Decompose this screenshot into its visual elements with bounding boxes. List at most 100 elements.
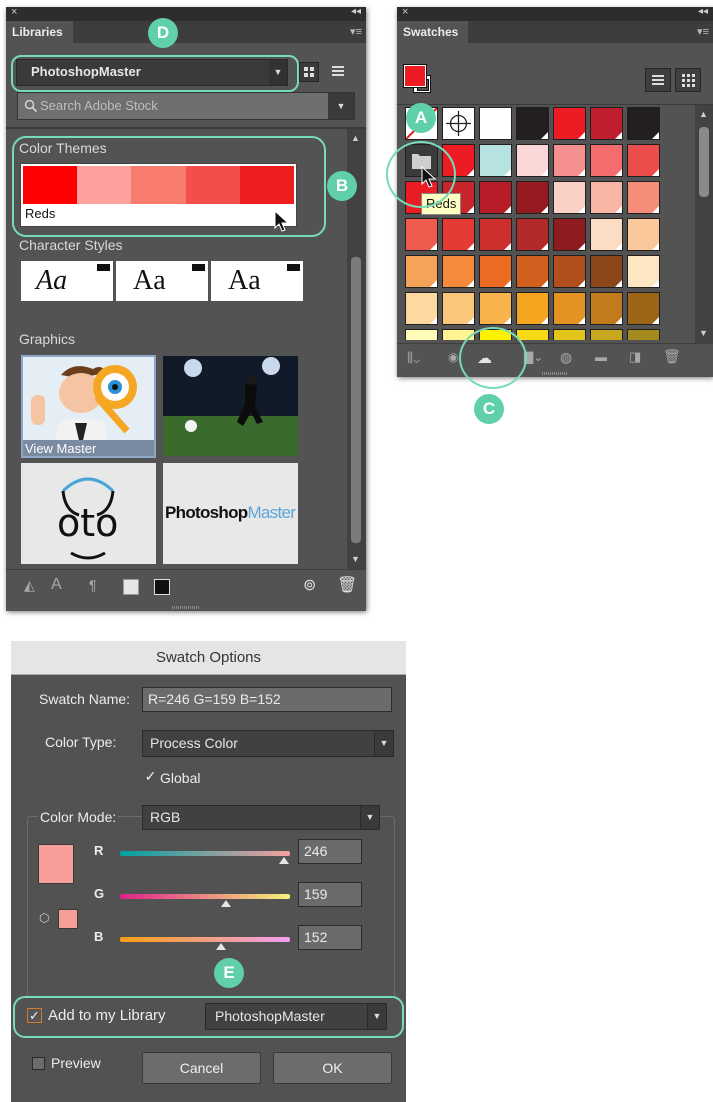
color-swatch[interactable] <box>442 255 475 288</box>
color-swatch[interactable] <box>442 292 475 325</box>
scroll-up-icon[interactable]: ▲ <box>699 109 708 119</box>
channel-slider-thumb[interactable] <box>279 857 290 864</box>
close-icon[interactable]: × <box>402 6 408 18</box>
fill-color-icon[interactable] <box>123 579 139 595</box>
color-swatch[interactable] <box>627 329 660 340</box>
graphic-photoshopmaster-logo[interactable]: PhotoshopMaster <box>163 463 298 564</box>
scroll-thumb[interactable] <box>699 127 709 197</box>
scroll-up-icon[interactable]: ▲ <box>351 133 360 143</box>
color-swatch[interactable] <box>553 181 586 214</box>
channel-value-field[interactable]: 246 <box>298 839 362 864</box>
char-style-3[interactable]: Aa <box>211 261 303 301</box>
search-dropdown-icon[interactable]: ▼ <box>328 93 354 119</box>
scroll-thumb[interactable] <box>351 257 361 543</box>
color-swatch[interactable] <box>479 255 512 288</box>
color-swatch[interactable] <box>590 144 623 177</box>
color-swatch[interactable] <box>553 218 586 251</box>
color-swatch[interactable] <box>627 255 660 288</box>
color-swatch[interactable] <box>405 292 438 325</box>
color-swatch[interactable] <box>405 255 438 288</box>
color-swatch[interactable] <box>553 255 586 288</box>
color-swatch[interactable] <box>553 329 586 340</box>
out-of-gamut-icon[interactable]: ⬡ <box>39 911 49 925</box>
color-swatch[interactable] <box>405 329 438 340</box>
text-style-icon[interactable]: A <box>51 576 62 594</box>
grid-view-icon[interactable] <box>299 62 319 82</box>
paragraph-icon[interactable]: ¶ <box>89 577 97 593</box>
channel-slider-thumb[interactable] <box>221 900 232 907</box>
ok-button[interactable]: OK <box>273 1052 392 1084</box>
color-swatch[interactable] <box>516 218 549 251</box>
show-kinds-icon[interactable]: ◉ <box>448 350 458 364</box>
graphic-soccer-photo[interactable] <box>163 356 298 456</box>
graphic-oto-logo[interactable]: oto <box>21 463 156 564</box>
channel-slider-thumb[interactable] <box>216 943 227 950</box>
panel-menu-icon[interactable]: ▾≡ <box>697 25 709 38</box>
color-type-dropdown[interactable]: Process Color ▼ <box>142 730 394 757</box>
scroll-down-icon[interactable]: ▼ <box>699 328 708 338</box>
color-swatch[interactable] <box>590 107 623 140</box>
preview-checkbox[interactable] <box>32 1057 45 1070</box>
color-swatch[interactable] <box>516 292 549 325</box>
resize-grip-icon[interactable] <box>542 372 568 375</box>
channel-slider-track[interactable] <box>120 894 290 899</box>
color-swatch[interactable] <box>516 255 549 288</box>
new-swatch-icon[interactable]: ◨ <box>629 349 641 365</box>
collapse-icon[interactable]: ◂◂ <box>351 6 361 17</box>
panel-menu-icon[interactable]: ▾≡ <box>350 25 362 38</box>
graphic-view-master[interactable]: View Master <box>21 355 156 458</box>
color-swatch[interactable] <box>590 181 623 214</box>
resize-grip-icon[interactable] <box>172 606 200 609</box>
cancel-button[interactable]: Cancel <box>142 1052 261 1084</box>
channel-slider-track[interactable] <box>120 937 290 942</box>
color-swatch[interactable] <box>516 107 549 140</box>
fill-indicator-icon[interactable] <box>403 64 427 88</box>
color-swatch[interactable] <box>627 144 660 177</box>
color-swatch[interactable] <box>590 329 623 340</box>
color-swatch[interactable] <box>627 181 660 214</box>
channel-slider-track[interactable] <box>120 851 290 856</box>
char-style-2[interactable]: Aa <box>116 261 208 301</box>
color-mode-dropdown[interactable]: RGB ▼ <box>142 805 380 830</box>
collapse-icon[interactable]: ◂◂ <box>698 6 708 17</box>
tab-swatches[interactable]: Swatches <box>397 21 469 43</box>
color-swatch[interactable] <box>479 144 512 177</box>
swatch-registration[interactable] <box>442 107 475 140</box>
global-checkbox[interactable]: ✓ <box>144 769 157 784</box>
color-swatch[interactable] <box>479 292 512 325</box>
trash-icon[interactable]: 🗑 <box>337 575 357 595</box>
color-wheel-icon[interactable]: ◍ <box>560 349 572 366</box>
thumbnail-view-icon[interactable] <box>675 68 701 92</box>
swatch-libraries-menu-icon[interactable]: ⫼⌄ <box>407 350 420 366</box>
trash-icon[interactable]: 🗑 <box>663 348 681 365</box>
color-swatch[interactable] <box>590 255 623 288</box>
color-swatch[interactable] <box>516 329 549 340</box>
color-swatch[interactable] <box>516 144 549 177</box>
color-swatch[interactable] <box>553 107 586 140</box>
color-swatch[interactable] <box>590 292 623 325</box>
color-swatch[interactable] <box>590 218 623 251</box>
color-swatch[interactable] <box>627 107 660 140</box>
stroke-color-icon[interactable] <box>154 579 170 595</box>
channel-value-field[interactable]: 159 <box>298 882 362 907</box>
list-view-icon[interactable] <box>645 68 671 92</box>
tab-libraries[interactable]: Libraries <box>6 21 73 43</box>
color-swatch[interactable] <box>627 292 660 325</box>
scrollbar[interactable]: ▲ ▼ <box>695 105 713 343</box>
color-swatch[interactable] <box>627 218 660 251</box>
list-view-icon[interactable] <box>329 62 347 80</box>
close-icon[interactable]: × <box>11 6 17 18</box>
color-swatch[interactable] <box>442 218 475 251</box>
new-color-group-icon[interactable]: ▬ <box>595 350 607 364</box>
char-style-1[interactable]: Aa <box>21 261 113 301</box>
scroll-down-icon[interactable]: ▼ <box>351 554 360 564</box>
color-swatch[interactable] <box>405 218 438 251</box>
color-swatch[interactable] <box>553 292 586 325</box>
color-swatch[interactable] <box>479 181 512 214</box>
web-safe-swatch[interactable] <box>58 909 78 929</box>
search-field[interactable]: Search Adobe Stock ▼ <box>17 92 355 120</box>
color-swatch[interactable] <box>479 218 512 251</box>
cc-sync-icon[interactable]: ⊚ <box>303 575 316 595</box>
color-swatch[interactable] <box>553 144 586 177</box>
channel-value-field[interactable]: 152 <box>298 925 362 950</box>
